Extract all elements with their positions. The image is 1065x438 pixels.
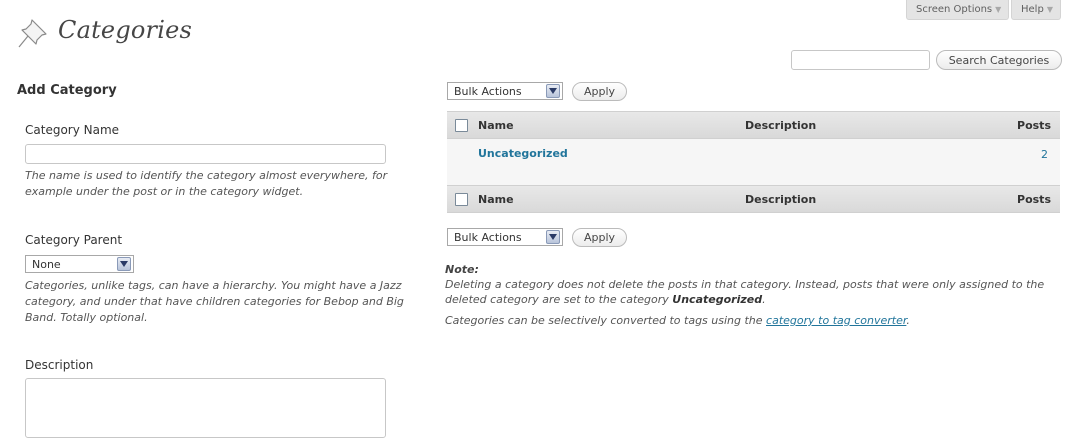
- converter-text-before: Categories can be selectively converted …: [445, 314, 767, 327]
- table-row: Uncategorized 2: [447, 139, 1060, 185]
- note-uncategorized: Uncategorized: [672, 293, 763, 306]
- category-parent-select[interactable]: None: [25, 255, 134, 273]
- converter-text-after: .: [906, 314, 910, 327]
- page-title: Categories: [58, 16, 192, 44]
- bulk-actions-select-top[interactable]: Bulk Actions: [447, 82, 563, 100]
- chevron-down-icon: [546, 230, 560, 244]
- select-all-checkbox-footer[interactable]: [455, 193, 468, 206]
- category-name-link[interactable]: Uncategorized: [478, 147, 568, 160]
- note-text: Deleting a category does not delete the …: [445, 277, 1045, 307]
- caret-down-icon: ▼: [995, 5, 1002, 14]
- apply-button-bottom[interactable]: Apply: [572, 228, 627, 247]
- column-footer-description[interactable]: Description: [745, 193, 816, 206]
- table-header: Name Description Posts: [447, 111, 1060, 139]
- category-parent-label: Category Parent: [25, 233, 123, 247]
- select-all-checkbox[interactable]: [455, 119, 468, 132]
- description-label: Description: [25, 358, 94, 372]
- category-to-tag-converter-link[interactable]: category to tag converter: [766, 314, 906, 327]
- description-textarea[interactable]: [25, 378, 386, 438]
- help-tab[interactable]: Help ▼: [1011, 0, 1061, 20]
- pushpin-icon: [16, 16, 50, 50]
- converter-note: Categories can be selectively converted …: [445, 313, 1045, 328]
- column-header-posts[interactable]: Posts: [1017, 119, 1051, 132]
- screen-options-tab[interactable]: Screen Options ▼: [906, 0, 1010, 20]
- column-footer-posts[interactable]: Posts: [1017, 193, 1051, 206]
- bulk-actions-selected-bottom: Bulk Actions: [454, 231, 522, 244]
- note-block: Note: Deleting a category does not delet…: [445, 263, 1045, 328]
- add-category-heading: Add Category: [17, 83, 117, 98]
- column-header-description[interactable]: Description: [745, 119, 816, 132]
- search-categories-button[interactable]: Search Categories: [936, 50, 1062, 70]
- help-label: Help: [1021, 4, 1044, 15]
- note-title: Note:: [445, 263, 479, 276]
- bulk-actions-selected: Bulk Actions: [454, 85, 522, 98]
- screen-options-label: Screen Options: [916, 4, 993, 15]
- apply-button-top[interactable]: Apply: [572, 82, 627, 101]
- category-parent-hint: Categories, unlike tags, can have a hier…: [25, 279, 404, 324]
- search-input[interactable]: [791, 50, 930, 70]
- caret-down-icon: ▼: [1046, 5, 1053, 14]
- note-text-after: .: [762, 293, 766, 306]
- category-parent-selected: None: [32, 258, 61, 271]
- chevron-down-icon: [117, 257, 131, 271]
- table-footer: Name Description Posts: [447, 185, 1060, 213]
- column-header-name[interactable]: Name: [478, 119, 514, 132]
- chevron-down-icon: [546, 84, 560, 98]
- category-posts-count[interactable]: 2: [1041, 148, 1048, 161]
- bulk-actions-select-bottom[interactable]: Bulk Actions: [447, 228, 563, 246]
- category-name-hint: The name is used to identify the categor…: [25, 169, 388, 198]
- category-name-label: Category Name: [25, 123, 120, 137]
- category-name-input[interactable]: [25, 144, 386, 164]
- column-footer-name[interactable]: Name: [478, 193, 514, 206]
